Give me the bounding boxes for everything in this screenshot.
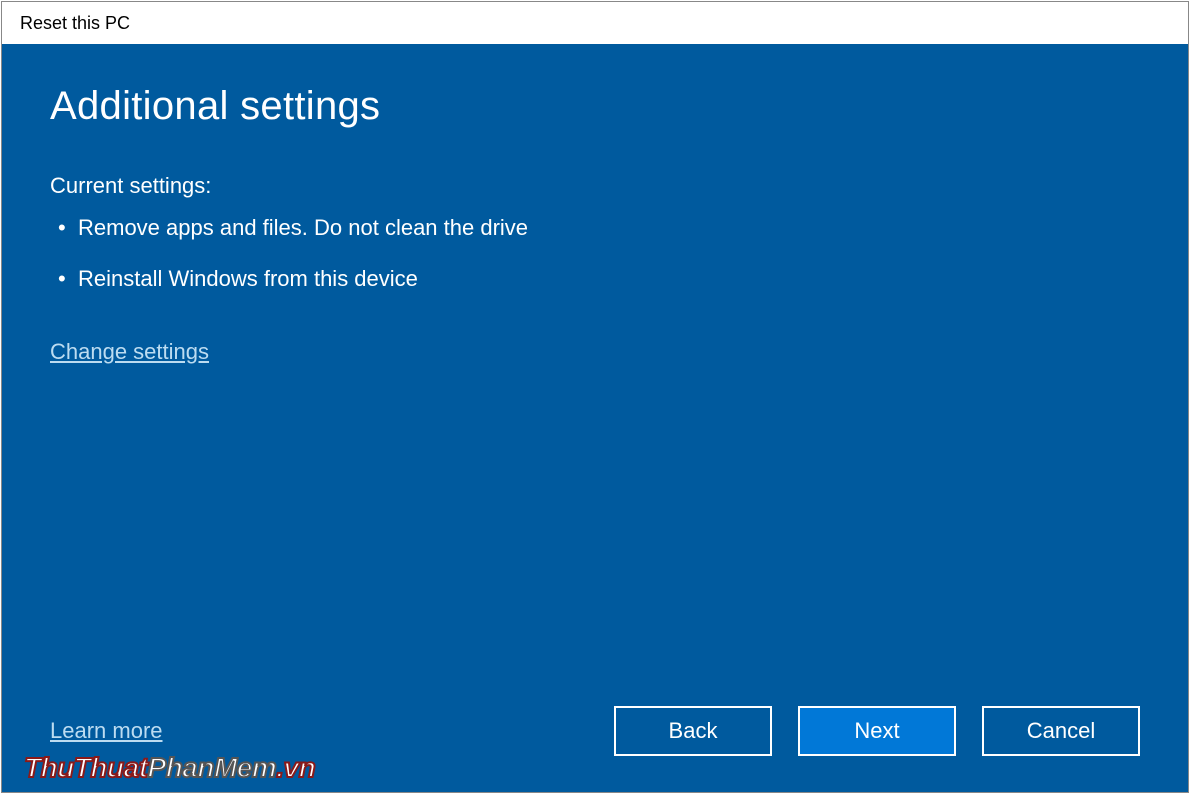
change-settings-link[interactable]: Change settings: [50, 339, 1140, 365]
button-row: Back Next Cancel: [614, 706, 1140, 756]
list-item: Remove apps and files. Do not clean the …: [58, 213, 1140, 244]
settings-list: Remove apps and files. Do not clean the …: [58, 213, 1140, 315]
current-settings-heading: Current settings:: [50, 173, 1140, 199]
titlebar: Reset this PC: [2, 2, 1188, 44]
list-item: Reinstall Windows from this device: [58, 264, 1140, 295]
content-area: Additional settings Current settings: Re…: [2, 44, 1188, 792]
footer: Learn more Back Next Cancel: [50, 706, 1140, 762]
learn-more-link[interactable]: Learn more: [50, 718, 163, 744]
window-title: Reset this PC: [20, 13, 130, 34]
cancel-button[interactable]: Cancel: [982, 706, 1140, 756]
dialog-window: Reset this PC Additional settings Curren…: [1, 1, 1189, 793]
back-button[interactable]: Back: [614, 706, 772, 756]
page-title: Additional settings: [50, 84, 1140, 129]
next-button[interactable]: Next: [798, 706, 956, 756]
